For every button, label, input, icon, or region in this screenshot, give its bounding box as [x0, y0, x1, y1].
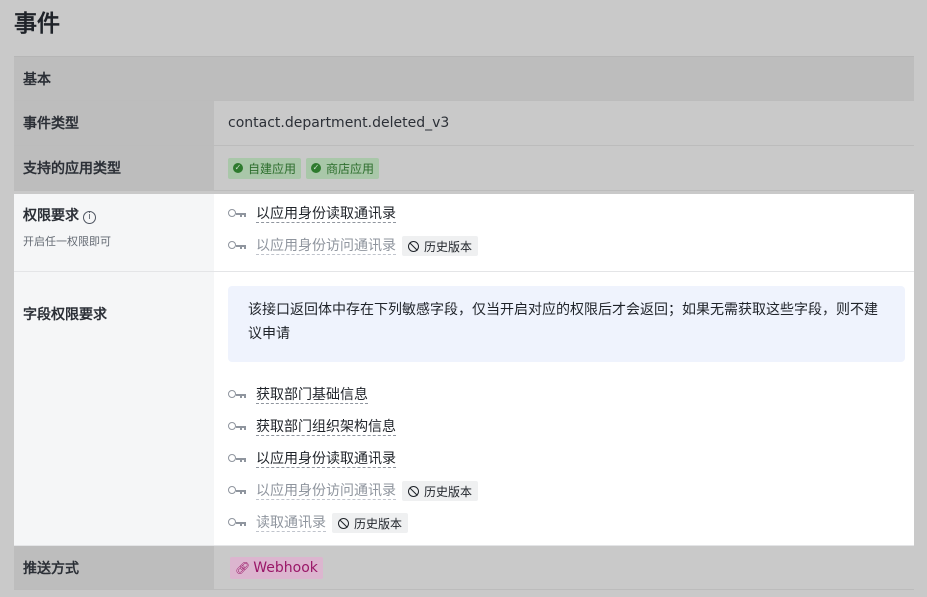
app-type-tag: ✓ 自建应用: [228, 157, 302, 179]
push-method-label: 推送方式: [14, 546, 214, 589]
section-basic: 基本: [14, 57, 914, 101]
key-icon: [228, 485, 248, 497]
key-icon: [228, 421, 248, 433]
history-version-tag: 历史版本: [332, 513, 409, 533]
scope-name[interactable]: 获取部门组织架构信息: [256, 419, 396, 436]
event-type-value: contact.department.deleted_v3: [228, 115, 450, 131]
scope-name[interactable]: 读取通讯录: [256, 515, 326, 532]
app-type-tag-label: 商店应用: [326, 161, 375, 176]
history-version-tag: 历史版本: [402, 481, 479, 501]
info-icon[interactable]: i: [83, 211, 96, 224]
scope-item: 以应用身份读取通讯录: [228, 443, 914, 475]
key-icon: [228, 389, 248, 401]
row-field-permissions: 字段权限要求 该接口返回体中存在下列敏感字段，仅当开启对应的权限后才会返回；如果…: [14, 272, 914, 546]
app-type-tag-label: 自建应用: [248, 161, 297, 176]
page-title: 事件: [14, 11, 60, 37]
key-icon: [228, 240, 248, 252]
key-icon: [228, 517, 248, 529]
row-permissions: 权限要求 i 开启任一权限即可 以应用身份读取通讯录 以应用身份访问通讯录 历史版…: [14, 194, 914, 272]
permissions-cell: 以应用身份读取通讯录 以应用身份访问通讯录 历史版本: [214, 194, 914, 271]
history-version-tag: 历史版本: [402, 236, 479, 256]
ban-icon: [408, 485, 419, 497]
event-type-label: 事件类型: [14, 101, 214, 145]
scope-name[interactable]: 以应用身份访问通讯录: [256, 238, 396, 255]
scope-item: 获取部门组织架构信息: [228, 411, 914, 443]
scope-item: 读取通讯录 历史版本: [228, 507, 914, 539]
sensitive-fields-notice: 该接口返回体中存在下列敏感字段，仅当开启对应的权限后才会返回；如果无需获取这些字…: [228, 286, 905, 362]
row-app-types: 支持的应用类型 ✓ 自建应用 ✓ 商店应用: [14, 146, 914, 191]
key-icon: [228, 208, 248, 220]
field-permissions-label: 字段权限要求: [14, 272, 214, 545]
field-permissions-cell: 该接口返回体中存在下列敏感字段，仅当开启对应的权限后才会返回；如果无需获取这些字…: [214, 272, 914, 545]
link-icon: 🔗︎: [235, 560, 251, 575]
key-icon: [228, 453, 248, 465]
webhook-tag[interactable]: 🔗︎ Webhook: [230, 556, 323, 579]
scope-item: 以应用身份访问通讯录 历史版本: [228, 230, 914, 262]
app-types-label: 支持的应用类型: [14, 146, 214, 190]
scope-name[interactable]: 以应用身份读取通讯录: [256, 451, 396, 468]
row-push-method: 推送方式 🔗︎ Webhook: [14, 546, 914, 590]
event-type-cell: contact.department.deleted_v3: [214, 101, 914, 145]
ban-icon: [338, 517, 349, 529]
highlighted-permissions-region: 权限要求 i 开启任一权限即可 以应用身份读取通讯录 以应用身份访问通讯录 历史版…: [14, 194, 914, 546]
field-scope-list: 获取部门基础信息 获取部门组织架构信息 以应用身份读取通讯录 以应用身份访问通讯…: [228, 362, 914, 539]
app-type-tag: ✓ 商店应用: [306, 157, 380, 179]
scope-item: 以应用身份访问通讯录 历史版本: [228, 475, 914, 507]
permissions-sub: 开启任一权限即可: [23, 235, 111, 248]
webhook-label: Webhook: [253, 559, 318, 576]
app-types-cell: ✓ 自建应用 ✓ 商店应用: [214, 146, 914, 190]
permissions-label-cell: 权限要求 i 开启任一权限即可: [14, 194, 214, 271]
history-version-label: 历史版本: [424, 484, 473, 499]
scope-name[interactable]: 以应用身份读取通讯录: [256, 206, 396, 223]
history-version-label: 历史版本: [424, 239, 473, 254]
row-event-type: 事件类型 contact.department.deleted_v3: [14, 101, 914, 146]
scope-name[interactable]: 获取部门基础信息: [256, 387, 368, 404]
history-version-label: 历史版本: [354, 516, 403, 531]
scope-item: 获取部门基础信息: [228, 379, 914, 411]
event-detail-table: 基本 事件类型 contact.department.deleted_v3 支持…: [14, 56, 914, 590]
scope-item: 以应用身份读取通讯录: [228, 198, 914, 230]
check-circle-icon: ✓: [233, 163, 243, 173]
ban-icon: [408, 240, 419, 252]
push-method-cell: 🔗︎ Webhook: [214, 546, 914, 589]
check-circle-icon: ✓: [311, 163, 322, 173]
permissions-label: 权限要求: [23, 208, 79, 224]
scope-name[interactable]: 以应用身份访问通讯录: [256, 483, 396, 500]
